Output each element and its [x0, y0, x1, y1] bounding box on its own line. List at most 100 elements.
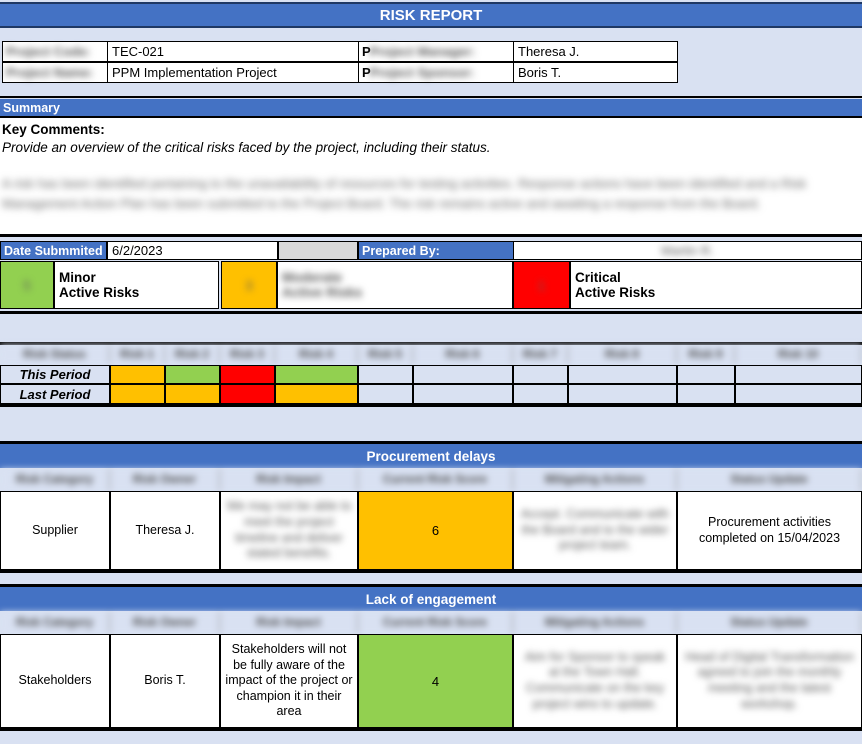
risk1-owner-text: Theresa J. — [135, 523, 194, 539]
risk1-title-band: Procurement delays — [0, 444, 862, 468]
period-header-8: Risk 8 — [568, 345, 677, 364]
project-sponsor-label: P Project Sponsor: — [358, 62, 514, 83]
risk1-header-impact: Risk Impact — [220, 469, 358, 491]
period-header-4: Risk 4 — [275, 345, 358, 364]
risk2-header-impact: Risk Impact — [220, 612, 358, 634]
risk2-impact-text: Stakeholders will not be fully aware of … — [225, 642, 353, 720]
last-period-cell-10 — [735, 384, 862, 404]
period-header-9: Risk 9 — [677, 345, 735, 364]
this-period-label-text: This Period — [20, 367, 91, 382]
this-period-cell-1 — [110, 365, 165, 384]
risk2-title-band: Lack of engagement — [0, 587, 862, 611]
risk1-mitigation-text: Accept. Communicate with the Board and t… — [518, 507, 672, 554]
period-header-1: Risk 1 — [110, 345, 165, 364]
risk2-score: 4 — [358, 634, 513, 728]
date-submitted-label-text: Date Submmited — [4, 244, 103, 258]
risk1-bottom-rule — [0, 570, 862, 573]
this-period-cell-3 — [220, 365, 275, 384]
last-period-cell-2 — [165, 384, 220, 404]
key-comments-label: Key Comments: — [2, 122, 105, 137]
report-title-band: RISK REPORT — [0, 2, 862, 28]
summary-top-rule — [0, 96, 862, 98]
risk2-impact: Stakeholders will not be fully aware of … — [220, 634, 358, 728]
risk2-header-category: Risk Category — [0, 612, 110, 634]
critical-risk-count: 1 — [538, 278, 545, 293]
risk1-score: 6 — [358, 491, 513, 570]
period-header-6: Risk 6 — [413, 345, 513, 364]
legend-bottom-rule — [0, 311, 862, 314]
risk1-impact: We may not be able to meet the project t… — [220, 491, 358, 570]
project-sponsor-value: Boris T. — [513, 62, 678, 83]
critical-risk-label-cell: Critical Active Risks — [570, 261, 862, 309]
last-period-cell-8 — [568, 384, 677, 404]
risk1-header-owner: Risk Owner — [110, 469, 220, 491]
critical-risk-label-line2: Active Risks — [575, 285, 655, 300]
last-period-label: Last Period — [0, 384, 110, 404]
minor-risk-label-cell: Minor Active Risks — [54, 261, 219, 309]
last-period-cell-3 — [220, 384, 275, 404]
risk2-mitigation-text: Aim for Sponsor to speak at the Town Hal… — [518, 650, 672, 713]
prepared-by-label: Prepared By: — [358, 241, 514, 260]
risk2-header-owner: Risk Owner — [110, 612, 220, 634]
prepared-by-label-text: Prepared By: — [362, 244, 440, 258]
summary-body-area: Key Comments: Provide an overview of the… — [0, 118, 862, 234]
period-table-header-row: Risk Status Risk 1 Risk 2 Risk 3 Risk 4 … — [0, 345, 862, 364]
summary-band-label: Summary — [3, 101, 60, 115]
last-period-label-text: Last Period — [20, 387, 91, 402]
project-name-label: Project Name: — [2, 62, 108, 83]
minor-risk-label-line1: Minor — [59, 270, 96, 285]
risk1-status-update: Procurement activities completed on 15/0… — [677, 491, 862, 570]
risk1-header-row: Risk Category Risk Owner Risk Impact Cur… — [0, 469, 862, 491]
risk2-header-row: Risk Category Risk Owner Risk Impact Cur… — [0, 612, 862, 634]
risk1-owner: Theresa J. — [110, 491, 220, 570]
risk1-impact-text: We may not be able to meet the project t… — [225, 499, 353, 562]
risk1-title: Procurement delays — [366, 449, 495, 464]
risk2-owner: Boris T. — [110, 634, 220, 728]
last-period-cell-4 — [275, 384, 358, 404]
submission-top-rule — [0, 234, 862, 237]
moderate-risk-count: 3 — [245, 278, 252, 293]
summary-body-text: A risk has been identified pertaining to… — [2, 174, 858, 214]
date-submitted-value[interactable]: 6/2/2023 — [107, 241, 278, 260]
risk1-category: Supplier — [0, 491, 110, 570]
risk1-header-score: Current Risk Score — [358, 469, 513, 491]
risk2-title: Lack of engagement — [366, 592, 497, 607]
period-table-bottom-rule — [0, 404, 862, 407]
moderate-risk-swatch: 3 — [221, 261, 277, 309]
risk1-category-text: Supplier — [32, 523, 78, 539]
project-manager-value: Theresa J. — [513, 41, 678, 62]
last-period-cell-9 — [677, 384, 735, 404]
this-period-cell-6 — [413, 365, 513, 384]
risk1-header-category: Risk Category — [0, 469, 110, 491]
risk2-category-text: Stakeholders — [19, 673, 92, 689]
prepared-by-value-text: Martin R. — [661, 243, 714, 258]
this-period-cell-2 — [165, 365, 220, 384]
prepared-by-value[interactable]: Martin R. — [513, 241, 862, 260]
last-period-cell-6 — [413, 384, 513, 404]
project-manager-label: P Project Manager: — [358, 41, 514, 62]
project-sponsor-label-text: Project Sponsor: — [370, 65, 475, 80]
critical-risk-swatch: 1 — [513, 261, 570, 309]
risk1-mitigation: Accept. Communicate with the Board and t… — [513, 491, 677, 570]
project-name-label-text: Project Name: — [6, 65, 93, 80]
moderate-risk-label-line2: Active Risks — [282, 285, 362, 300]
project-name-value: PPM Implementation Project — [107, 62, 359, 83]
period-header-7: Risk 7 — [513, 345, 568, 364]
this-period-cell-9 — [677, 365, 735, 384]
project-code-label-text: Project Code: — [6, 44, 91, 59]
minor-risk-swatch: 5 — [0, 261, 54, 309]
period-header-3: Risk 3 — [220, 345, 275, 364]
period-header-0: Risk Status — [0, 345, 110, 364]
date-submitted-value-text: 6/2/2023 — [112, 243, 163, 258]
project-name-value-text: PPM Implementation Project — [112, 65, 277, 80]
date-submitted-label: Date Submmited — [0, 241, 107, 260]
submission-gray-cell — [278, 241, 358, 260]
period-header-10: Risk 10 — [735, 345, 862, 364]
risk2-mitigation: Aim for Sponsor to speak at the Town Hal… — [513, 634, 677, 728]
risk2-owner-text: Boris T. — [144, 673, 185, 689]
project-manager-label-text: Project Manager: — [370, 44, 475, 59]
period-header-5: Risk 5 — [358, 345, 413, 364]
period-header-2: Risk 2 — [165, 345, 220, 364]
this-period-cell-7 — [513, 365, 568, 384]
this-period-label: This Period — [0, 365, 110, 384]
